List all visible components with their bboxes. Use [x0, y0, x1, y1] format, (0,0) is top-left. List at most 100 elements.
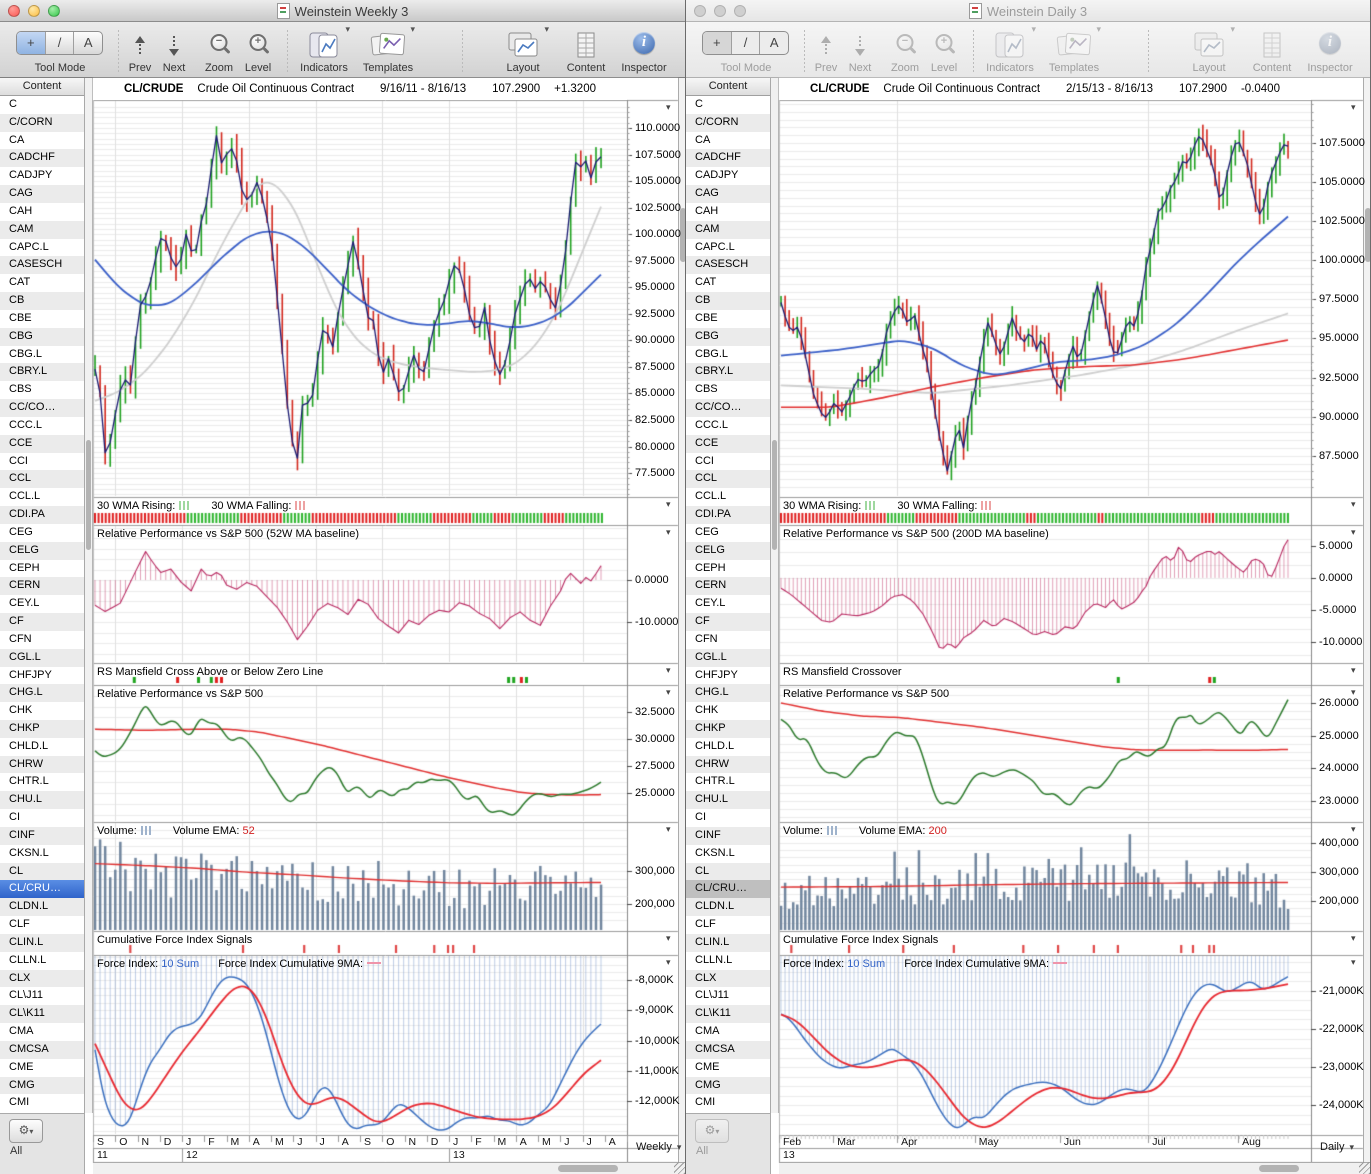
axis-label: 97.5000 — [1319, 293, 1359, 305]
timeline-month: D — [431, 1136, 439, 1148]
timeline-month: O — [386, 1136, 394, 1148]
period-selector[interactable]: Daily▾ — [1320, 1141, 1354, 1153]
panel-menu-arrow[interactable]: ▾ — [666, 958, 671, 966]
axis-label: -5.0000 — [1319, 604, 1356, 616]
timeline-month: Aug — [1242, 1136, 1261, 1148]
rising-glyph-icon — [179, 501, 190, 510]
last-price: 107.2900 — [1179, 83, 1227, 95]
timeline-month: M — [542, 1136, 551, 1148]
panel-menu-arrow[interactable]: ▾ — [1351, 528, 1356, 536]
rp-hist-title: Relative Performance vs S&P 500 (200D MA… — [783, 528, 1049, 540]
axis-label: -23,000K — [1319, 1061, 1364, 1073]
timeline-month: J — [564, 1136, 569, 1148]
axis-label: 25.0000 — [635, 787, 675, 799]
axis-label: 100.0000 — [635, 228, 681, 240]
panel-menu-arrow[interactable]: ▾ — [666, 688, 671, 696]
timeline-month: Mar — [837, 1136, 855, 1148]
panel-menu-arrow[interactable]: ▾ — [666, 500, 671, 508]
chart-title-bar: CL/CRUDE Crude Oil Continuous Contract 2… — [779, 78, 1311, 100]
mansfield-title: RS Mansfield Crossover — [783, 666, 902, 678]
falling-glyph-icon — [981, 501, 992, 510]
axis-label: 200,000 — [1319, 895, 1359, 907]
timeline-month: F — [208, 1136, 214, 1148]
axis-label: 80.0000 — [635, 441, 675, 453]
timeline-month: J — [587, 1136, 592, 1148]
axis-label: 107.5000 — [1319, 137, 1365, 149]
price-change: +1.3200 — [554, 83, 596, 95]
rp-line-title: Relative Performance vs S&P 500 — [97, 688, 263, 700]
rising-glyph-icon — [865, 501, 876, 510]
axis-label: 92.5000 — [1319, 372, 1359, 384]
axis-label: 27.5000 — [635, 760, 675, 772]
axis-label: 85.0000 — [635, 387, 675, 399]
timeline-month: J — [453, 1136, 458, 1148]
axis-label: -10,000K — [635, 1035, 680, 1047]
panel-menu-arrow[interactable]: ▾ — [1351, 958, 1356, 966]
horizontal-scrollbar[interactable] — [93, 1162, 686, 1174]
date-range: 9/16/11 - 8/16/13 — [380, 83, 466, 95]
timeline-month: M — [231, 1136, 240, 1148]
vertical-scroll-thumb[interactable] — [1365, 208, 1371, 262]
force-ma-glyph-icon — [1053, 962, 1067, 964]
horizontal-scroll-thumb[interactable] — [558, 1165, 618, 1172]
axis-label: 0.0000 — [635, 574, 669, 586]
panel-menu-arrow[interactable]: ▾ — [1351, 666, 1356, 674]
chart-canvas[interactable] — [686, 0, 1371, 1174]
resize-grip[interactable] — [1359, 1162, 1371, 1174]
axis-label: 77.5000 — [635, 467, 675, 479]
axis-label: 25.0000 — [1319, 730, 1359, 742]
rp-hist-title: Relative Performance vs S&P 500 (52W MA … — [97, 528, 359, 540]
vertical-scrollbar[interactable] — [1363, 78, 1371, 1162]
timeline-month: N — [142, 1136, 150, 1148]
timeline-month: F — [475, 1136, 481, 1148]
panel-menu-arrow[interactable]: ▾ — [1351, 825, 1356, 833]
panel-menu-arrow[interactable]: ▾ — [666, 825, 671, 833]
timeline-month: J — [320, 1136, 325, 1148]
axis-label: -11,000K — [635, 1065, 679, 1077]
timeline-year: 13 — [453, 1149, 465, 1161]
axis-label: 105.0000 — [635, 175, 681, 187]
panel-menu-arrow[interactable]: ▾ — [666, 103, 671, 111]
axis-label: 400,000 — [1319, 837, 1359, 849]
axis-label: -24,000K — [1319, 1099, 1364, 1111]
axis-label: 95.0000 — [635, 281, 675, 293]
axis-label: 200,000 — [635, 898, 675, 910]
volume-title: Volume: Volume EMA: 52 — [97, 825, 255, 837]
resize-grip[interactable] — [674, 1162, 686, 1174]
panel-menu-arrow[interactable]: ▾ — [666, 528, 671, 536]
panel-menu-arrow[interactable]: ▾ — [1351, 500, 1356, 508]
period-selector[interactable]: Weekly▾ — [636, 1141, 681, 1153]
mansfield-title: RS Mansfield Cross Above or Below Zero L… — [97, 666, 323, 678]
axis-label: 82.5000 — [635, 414, 675, 426]
panel-menu-arrow[interactable]: ▾ — [1351, 934, 1356, 942]
axis-label: 105.0000 — [1319, 176, 1365, 188]
chart-title-bar: CL/CRUDE Crude Oil Continuous Contract 9… — [93, 78, 627, 100]
force-ma-glyph-icon — [367, 962, 381, 964]
axis-label: 107.5000 — [635, 149, 681, 161]
panel-menu-arrow[interactable]: ▾ — [666, 666, 671, 674]
timeline-month: Jun — [1064, 1136, 1081, 1148]
vertical-scrollbar[interactable] — [678, 78, 686, 1162]
window-weinstein-weekly: Weinstein Weekly 3 + / A Tool Mode Prev … — [0, 0, 686, 1174]
timeline-month: M — [275, 1136, 284, 1148]
timeline-month: S — [97, 1136, 104, 1148]
axis-label: 26.0000 — [1319, 697, 1359, 709]
wma-panel-title: 30 WMA Rising: 30 WMA Falling: — [783, 500, 996, 512]
timeline-month: Jul — [1152, 1136, 1165, 1148]
panel-menu-arrow[interactable]: ▾ — [1351, 103, 1356, 111]
axis-label: 300,000 — [1319, 866, 1359, 878]
axis-label: 23.0000 — [1319, 795, 1359, 807]
horizontal-scrollbar[interactable] — [779, 1162, 1371, 1174]
timeline-year: 11 — [97, 1149, 108, 1161]
panel-menu-arrow[interactable]: ▾ — [1351, 688, 1356, 696]
timeline-month: S — [364, 1136, 371, 1148]
panel-menu-arrow[interactable]: ▾ — [666, 934, 671, 942]
timeline-month: May — [979, 1136, 999, 1148]
chart-canvas[interactable] — [0, 0, 686, 1174]
horizontal-scroll-thumb[interactable] — [1259, 1165, 1299, 1172]
timeline-month: A — [253, 1136, 260, 1148]
timeline-month: Feb — [783, 1136, 801, 1148]
timeline-month: Apr — [901, 1136, 917, 1148]
volume-glyph-icon — [141, 826, 152, 835]
timeline-year: 12 — [186, 1149, 198, 1161]
